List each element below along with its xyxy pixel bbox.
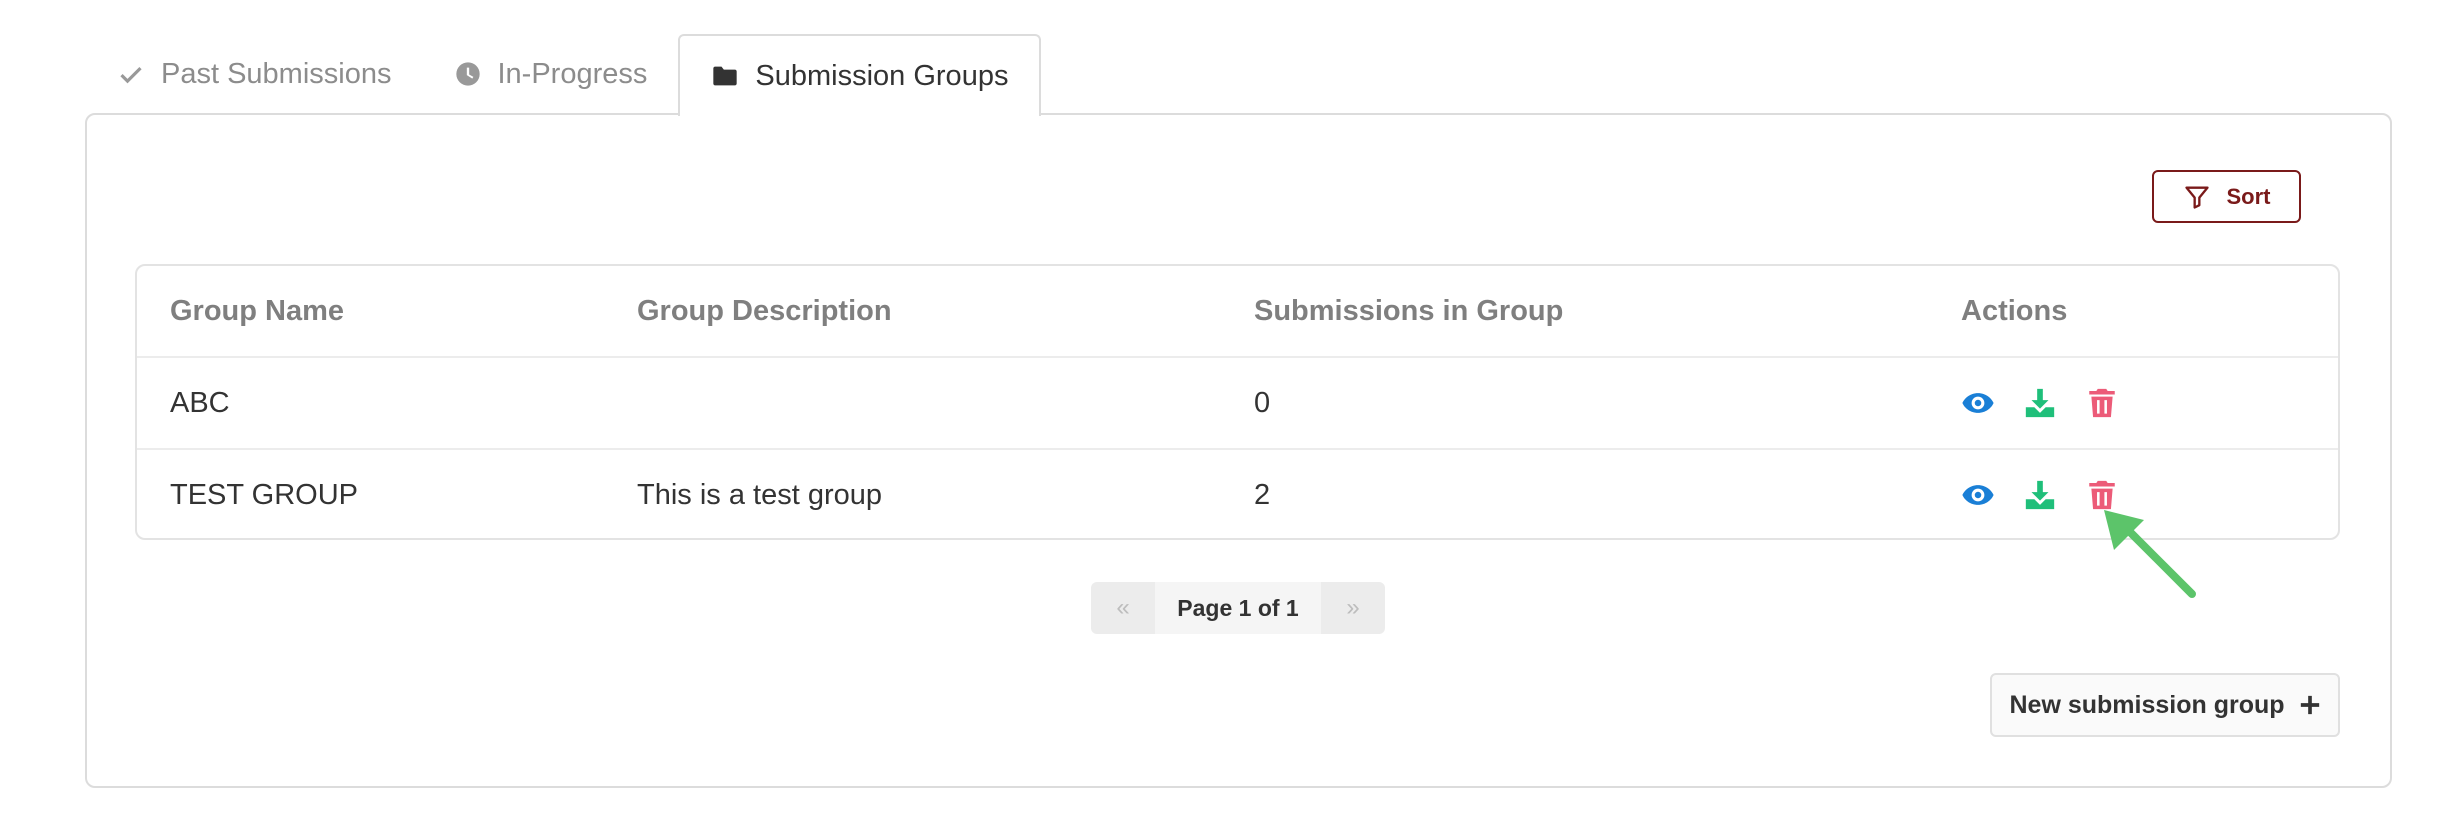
prev-page-button[interactable]: «	[1091, 582, 1155, 634]
submissions-count-cell: 0	[1254, 386, 1271, 419]
sort-label: Sort	[2226, 183, 2271, 209]
filter-icon	[2184, 186, 2209, 209]
group-description-cell: This is a test group	[637, 478, 882, 511]
check-icon	[120, 67, 142, 84]
column-header-group-name: Group Name	[170, 294, 345, 327]
column-header-actions: Actions	[1961, 294, 2068, 327]
download-button[interactable]	[2023, 386, 2057, 420]
trash-icon	[2089, 480, 2115, 510]
view-button[interactable]	[1961, 386, 1995, 420]
tab-bar: Past Submissions In-Progress Submission …	[86, 33, 1042, 116]
view-button[interactable]	[1961, 478, 1995, 512]
column-header-submissions-count: Submissions in Group	[1254, 294, 1564, 327]
tab-label: Submission Groups	[755, 59, 1009, 92]
submissions-count-cell: 2	[1254, 478, 1271, 511]
tab-label: Past Submissions	[161, 57, 392, 90]
submission-groups-table: Group Name Group Description Submissions…	[135, 264, 2340, 540]
row-actions	[1928, 386, 2338, 420]
delete-button[interactable]	[2085, 386, 2119, 420]
download-button[interactable]	[2023, 478, 2057, 512]
new-group-label: New submission group	[2009, 690, 2285, 719]
table-row: TEST GROUP This is a test group 2	[137, 450, 2338, 538]
tab-past-submissions[interactable]: Past Submissions	[86, 34, 423, 114]
page-indicator: Page 1 of 1	[1155, 582, 1321, 634]
group-name-cell: TEST GROUP	[170, 478, 358, 511]
table-header-row: Group Name Group Description Submissions…	[137, 266, 2338, 358]
sort-button[interactable]: Sort	[2152, 170, 2301, 223]
eye-icon	[1962, 485, 1994, 505]
tab-submission-groups[interactable]: Submission Groups	[678, 34, 1042, 116]
delete-button[interactable]	[2085, 478, 2119, 512]
table-row: ABC 0	[137, 358, 2338, 450]
download-icon	[2025, 388, 2055, 418]
trash-icon	[2089, 388, 2115, 418]
tab-in-progress[interactable]: In-Progress	[423, 34, 679, 114]
tab-label: In-Progress	[497, 57, 648, 90]
group-name-cell: ABC	[170, 386, 230, 419]
clock-icon	[455, 62, 480, 86]
pagination: « Page 1 of 1 »	[1091, 582, 1385, 634]
eye-icon	[1962, 393, 1994, 413]
download-icon	[2025, 480, 2055, 510]
row-actions	[1928, 478, 2338, 512]
next-page-button[interactable]: »	[1321, 582, 1385, 634]
column-header-group-description: Group Description	[637, 294, 892, 327]
plus-icon	[2300, 695, 2319, 715]
annotation-arrow	[2104, 510, 2196, 598]
new-submission-group-button[interactable]: New submission group	[1990, 673, 2340, 737]
folder-icon	[713, 66, 738, 86]
